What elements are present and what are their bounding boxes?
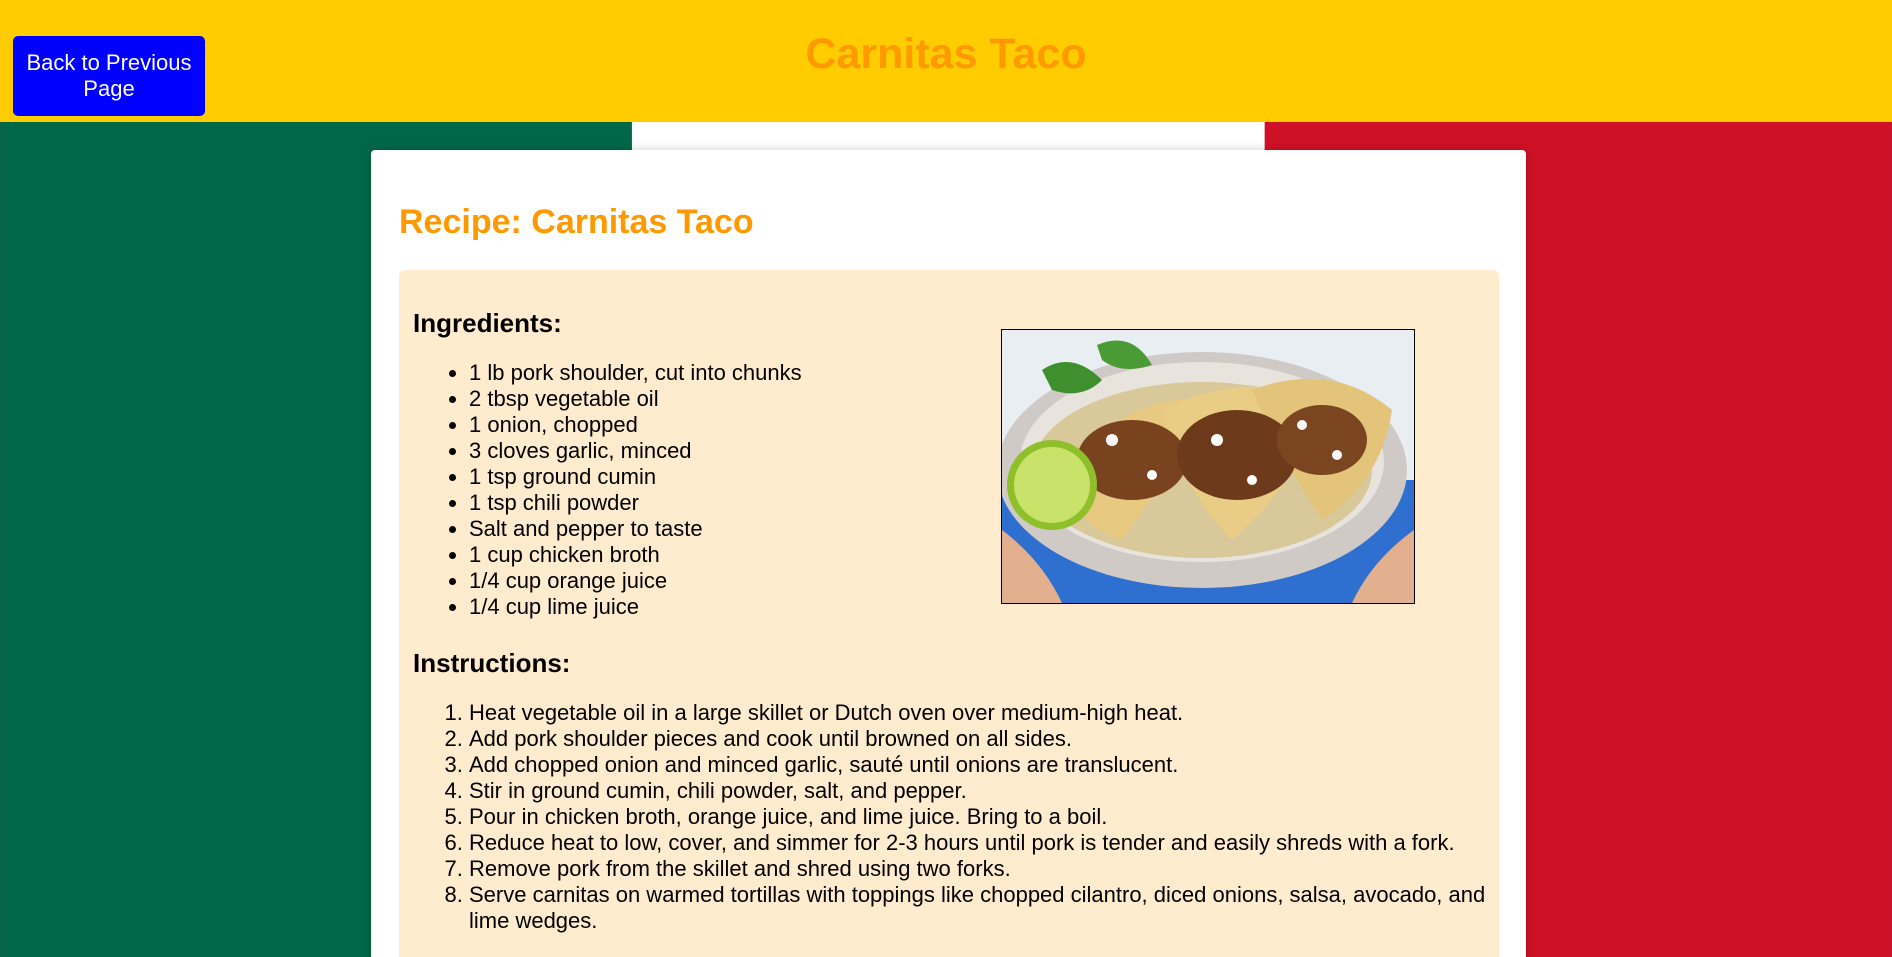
page-header: Back to Previous Page Carnitas Taco [0, 0, 1892, 122]
instructions-heading: Instructions: [413, 648, 571, 678]
instruction-step: Pour in chicken broth, orange juice, and… [469, 804, 1529, 830]
ingredient-item: 1 cup chicken broth [469, 542, 1029, 568]
instruction-step: Heat vegetable oil in a large skillet or… [469, 700, 1529, 726]
recipe-title: Recipe: Carnitas Taco [399, 203, 754, 241]
ingredient-item: 1 lb pork shoulder, cut into chunks [469, 360, 1029, 386]
instruction-step: Add pork shoulder pieces and cook until … [469, 726, 1529, 752]
instructions-list: Heat vegetable oil in a large skillet or… [413, 700, 1529, 934]
instruction-step: Remove pork from the skillet and shred u… [469, 856, 1529, 882]
instruction-step: Add chopped onion and minced garlic, sau… [469, 752, 1529, 778]
carnitas-taco-photo [1001, 329, 1415, 604]
ingredients-heading: Ingredients: [413, 308, 562, 338]
ingredient-item: 1 tsp ground cumin [469, 464, 1029, 490]
ingredient-item: 3 cloves garlic, minced [469, 438, 1029, 464]
recipe-details: Ingredients: 1 lb pork shoulder, cut int… [399, 270, 1499, 957]
taco-plate-illustration [1002, 330, 1414, 603]
instruction-step: Reduce heat to low, cover, and simmer fo… [469, 830, 1529, 856]
ingredient-item: 1/4 cup orange juice [469, 568, 1029, 594]
ingredient-item: 1 tsp chili powder [469, 490, 1029, 516]
recipe-card: Recipe: Carnitas Taco Ingredients: 1 lb … [371, 150, 1526, 957]
page-title: Carnitas Taco [805, 30, 1087, 78]
ingredient-item: 1/4 cup lime juice [469, 594, 1029, 620]
instruction-step: Serve carnitas on warmed tortillas with … [469, 882, 1529, 934]
ingredient-item: 1 onion, chopped [469, 412, 1029, 438]
instruction-step: Stir in ground cumin, chili powder, salt… [469, 778, 1529, 804]
ingredient-item: Salt and pepper to taste [469, 516, 1029, 542]
ingredients-list: 1 lb pork shoulder, cut into chunks 2 tb… [413, 360, 1029, 620]
ingredient-item: 2 tbsp vegetable oil [469, 386, 1029, 412]
